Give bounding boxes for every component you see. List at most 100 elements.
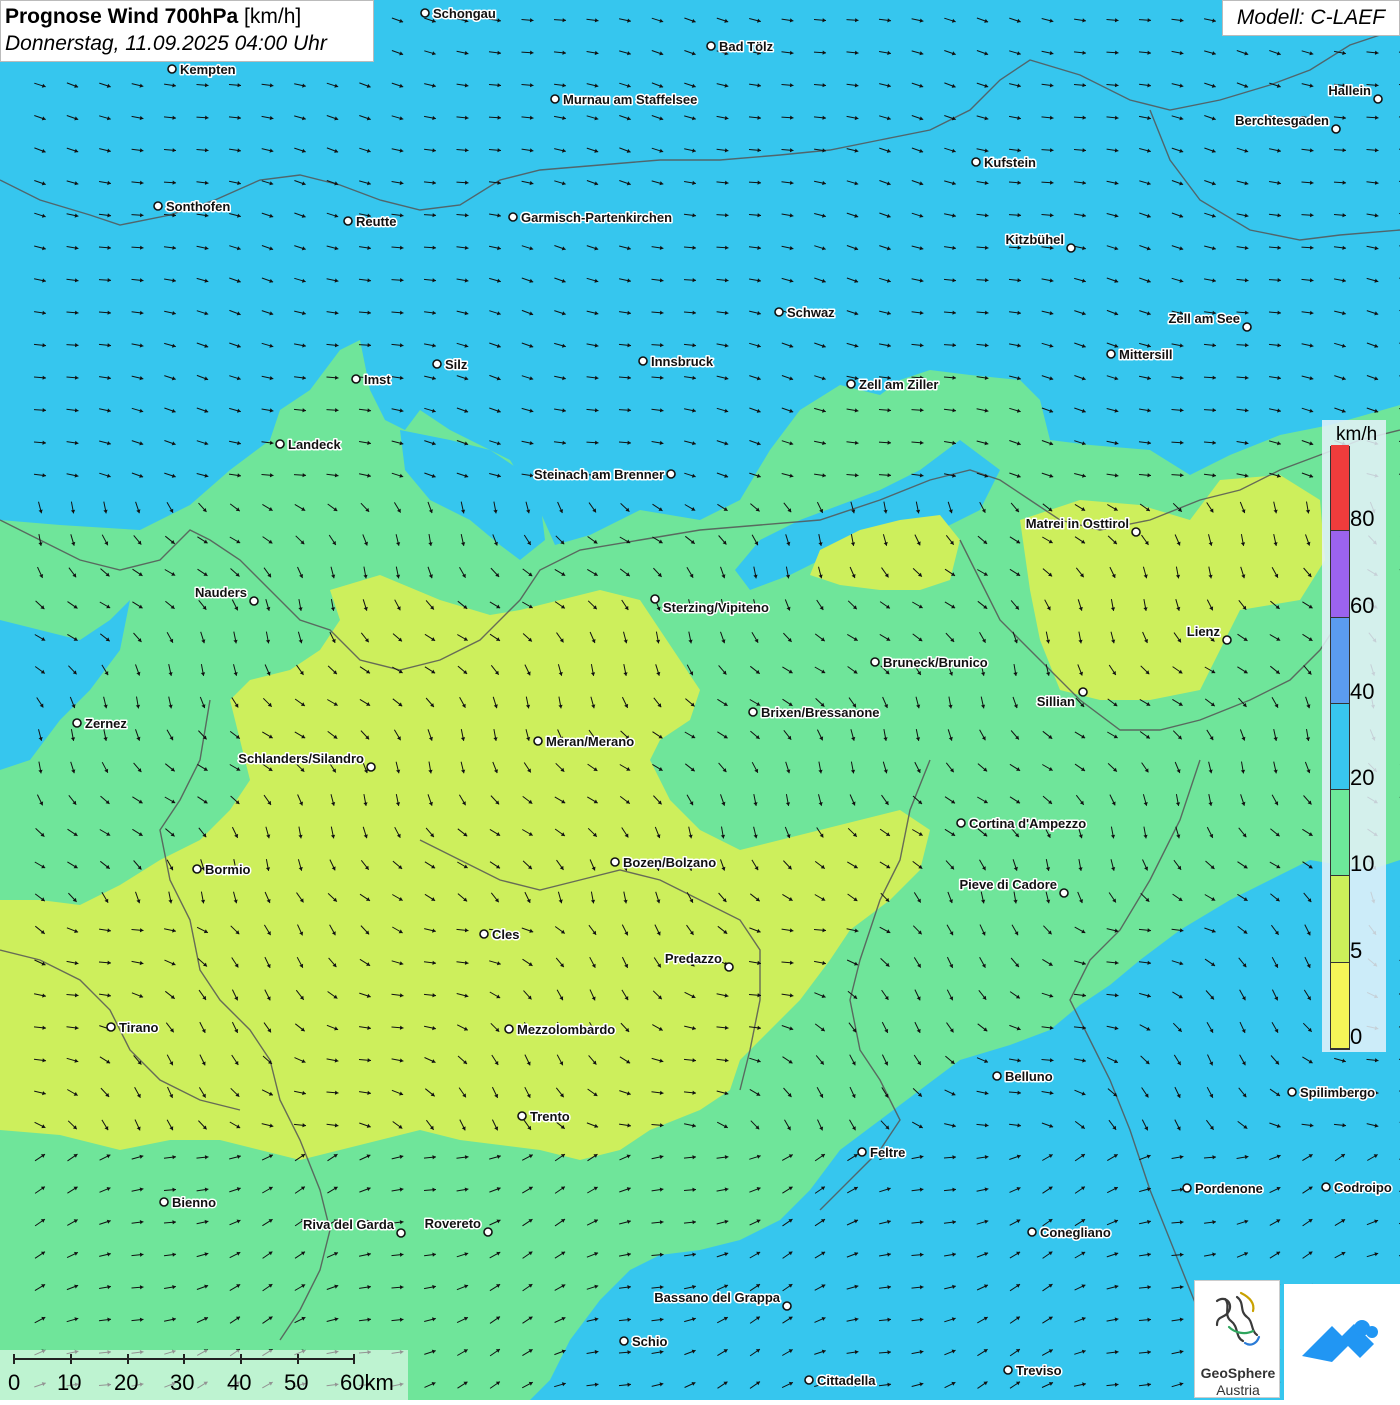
city-marker[interactable] [1132,528,1140,536]
city-marker[interactable] [993,1072,1001,1080]
city-marker[interactable] [505,1025,513,1033]
legend-segment [1331,445,1349,531]
city-label: Mezzolombardo [517,1022,615,1037]
city-marker[interactable] [73,719,81,727]
city-marker[interactable] [611,858,619,866]
city-marker[interactable] [1322,1183,1330,1191]
map-title-unit: [km/h] [244,5,301,28]
scale-tick [353,1354,355,1364]
city-label: Kempten [180,62,236,77]
city-label: Silz [445,357,468,372]
city-marker[interactable] [107,1023,115,1031]
city-label: Schlanders/Silandro [238,751,364,766]
city-marker[interactable] [725,963,733,971]
legend-tick-label: 60 [1350,593,1374,619]
weather-app-icon [1284,1284,1400,1400]
city-label: Murnau am Staffelsee [563,92,697,107]
logo-name: GeoSphere [1195,1365,1281,1381]
city-marker[interactable] [749,708,757,716]
weather-app-logo[interactable] [1284,1284,1400,1400]
city-marker[interactable] [858,1148,866,1156]
city-label: Schwaz [787,305,835,320]
city-marker[interactable] [1107,350,1115,358]
geosphere-logo[interactable]: GeoSphere Austria [1194,1280,1280,1398]
city-marker[interactable] [168,65,176,73]
city-marker[interactable] [1067,244,1075,252]
city-marker[interactable] [160,1198,168,1206]
city-marker[interactable] [667,470,675,478]
city-label: Bassano del Grappa [654,1290,780,1305]
city-marker[interactable] [397,1229,405,1237]
city-marker[interactable] [651,595,659,603]
city-label: Meran/Merano [546,734,634,749]
map-title: Prognose Wind 700hPa [km/h] [5,4,369,30]
city-marker[interactable] [518,1112,526,1120]
city-marker[interactable] [783,1302,791,1310]
city-label: Bruneck/Brunico [883,655,988,670]
city-marker[interactable] [1243,323,1251,331]
legend-tick-label: 10 [1350,851,1374,877]
city-label: Feltre [870,1145,905,1160]
city-label: Pordenone [1195,1181,1263,1196]
city-marker[interactable] [972,158,980,166]
legend-segment [1331,704,1349,790]
city-marker[interactable] [707,42,715,50]
city-label: Schio [632,1334,667,1349]
city-label: Cortina d'Ampezzo [969,816,1086,831]
city-label: Berchtesgaden [1235,113,1329,128]
city-marker[interactable] [847,380,855,388]
scale-label: 10 [57,1370,81,1396]
logo-sub: Austria [1195,1382,1281,1398]
city-label: Sterzing/Vipiteno [663,600,769,615]
city-marker[interactable] [352,375,360,383]
legend-segment [1331,963,1349,1049]
city-marker[interactable] [484,1228,492,1236]
city-marker[interactable] [509,213,517,221]
city-marker[interactable] [1332,125,1340,133]
city-marker[interactable] [1288,1088,1296,1096]
city-label: Hallein [1328,83,1371,98]
city-marker[interactable] [1183,1184,1191,1192]
city-marker[interactable] [534,737,542,745]
city-marker[interactable] [620,1337,628,1345]
city-label: Reutte [356,214,396,229]
city-marker[interactable] [1223,636,1231,644]
city-label: Rovereto [425,1216,481,1231]
city-label: Trento [530,1109,570,1124]
city-marker[interactable] [1004,1366,1012,1374]
city-marker[interactable] [433,360,441,368]
city-marker[interactable] [871,658,879,666]
city-label: Sillian [1037,694,1075,709]
city-label: Brixen/Bressanone [761,705,880,720]
scale-tick [240,1354,242,1364]
city-marker[interactable] [775,308,783,316]
city-label: Bormio [205,862,251,877]
city-marker[interactable] [193,865,201,873]
city-marker[interactable] [1060,889,1068,897]
city-marker[interactable] [250,597,258,605]
city-marker[interactable] [154,202,162,210]
legend-segment [1331,790,1349,876]
city-marker[interactable] [421,9,429,17]
city-marker[interactable] [1079,688,1087,696]
city-label: Cles [492,927,519,942]
title-box: Prognose Wind 700hPa [km/h] Donnerstag, … [0,0,374,62]
city-label: Codroipo [1334,1180,1392,1195]
city-label: Spilimbergo [1300,1085,1375,1100]
city-marker[interactable] [551,95,559,103]
city-marker[interactable] [805,1376,813,1384]
city-marker[interactable] [1374,95,1382,103]
city-marker[interactable] [367,763,375,771]
legend-segment [1331,876,1349,962]
wind-map[interactable]: SchongauBad TölzKemptenMurnau am Staffel… [0,0,1400,1400]
city-marker[interactable] [276,440,284,448]
city-label: Kufstein [984,155,1036,170]
city-label: Riva del Garda [303,1217,395,1232]
city-marker[interactable] [1028,1228,1036,1236]
map-subtitle: Donnerstag, 11.09.2025 04:00 Uhr [5,30,369,58]
city-marker[interactable] [639,357,647,365]
city-marker[interactable] [480,930,488,938]
city-marker[interactable] [957,819,965,827]
city-marker[interactable] [344,217,352,225]
scale-label: 50 [284,1370,308,1396]
